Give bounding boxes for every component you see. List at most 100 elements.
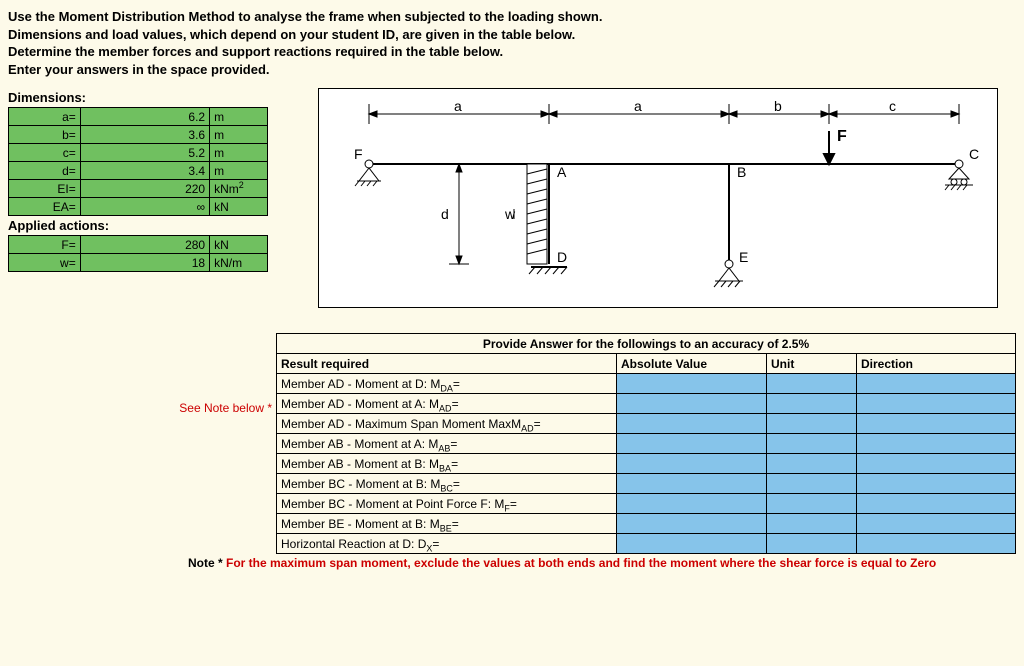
param-label: EI=	[9, 180, 81, 198]
direction-input[interactable]	[857, 414, 1016, 434]
table-row: F=280kN	[9, 236, 268, 254]
unit-input[interactable]	[767, 434, 857, 454]
table-row: EI=220kNm2	[9, 180, 268, 198]
table-row: Member AD - Moment at D: MDA=	[277, 374, 1016, 394]
node-d-label: D	[557, 249, 567, 265]
param-label: c=	[9, 144, 81, 162]
param-unit: m	[210, 108, 268, 126]
param-unit: kNm2	[210, 180, 268, 198]
result-required-cell: Member BC - Moment at Point Force F: MF=	[277, 494, 617, 514]
param-label: w=	[9, 254, 81, 272]
param-value: 3.4	[80, 162, 209, 180]
result-required-cell: Member AD - Moment at D: MDA=	[277, 374, 617, 394]
result-required-cell: Member BC - Moment at B: MBC=	[277, 474, 617, 494]
unit-input[interactable]	[767, 374, 857, 394]
intro-line: Determine the member forces and support …	[8, 43, 1016, 61]
node-b-label: B	[737, 164, 746, 180]
param-unit: m	[210, 126, 268, 144]
unit-input[interactable]	[767, 454, 857, 474]
dim-c-label: c	[889, 98, 896, 114]
absolute-value-input[interactable]	[617, 474, 767, 494]
direction-input[interactable]	[857, 374, 1016, 394]
param-unit: m	[210, 144, 268, 162]
actions-heading: Applied actions:	[8, 218, 288, 233]
absolute-value-input[interactable]	[617, 394, 767, 414]
actions-table: F=280kN w=18kN/m	[8, 235, 268, 272]
footnote: Note * For the maximum span moment, excl…	[188, 556, 1016, 570]
answers-title: Provide Answer for the followings to an …	[277, 334, 1016, 354]
unit-input[interactable]	[767, 534, 857, 554]
result-required-cell: Horizontal Reaction at D: DX=	[277, 534, 617, 554]
answers-table: Provide Answer for the followings to an …	[276, 333, 1016, 554]
param-unit: kN	[210, 198, 268, 216]
see-note-label: See Note below *	[179, 401, 272, 415]
unit-input[interactable]	[767, 474, 857, 494]
param-label: a=	[9, 108, 81, 126]
param-value: 280	[80, 236, 209, 254]
dimensions-table: a=6.2m b=3.6m c=5.2m d=3.4m EI=220kNm2 E…	[8, 107, 268, 216]
table-row: Member AD - Moment at A: MAD=	[277, 394, 1016, 414]
direction-input[interactable]	[857, 514, 1016, 534]
direction-input[interactable]	[857, 434, 1016, 454]
result-required-cell: Member AD - Moment at A: MAD=	[277, 394, 617, 414]
param-value: 18	[80, 254, 209, 272]
param-unit: m	[210, 162, 268, 180]
param-label: F=	[9, 236, 81, 254]
w-label: w	[504, 206, 516, 222]
force-f-label: F	[837, 128, 847, 145]
absolute-value-input[interactable]	[617, 414, 767, 434]
param-label: d=	[9, 162, 81, 180]
result-required-cell: Member AB - Moment at B: MBA=	[277, 454, 617, 474]
node-a-label: A	[557, 164, 567, 180]
table-row: c=5.2m	[9, 144, 268, 162]
absolute-value-input[interactable]	[617, 534, 767, 554]
col-direction: Direction	[857, 354, 1016, 374]
dimensions-heading: Dimensions:	[8, 90, 288, 105]
col-unit: Unit	[767, 354, 857, 374]
result-required-cell: Member BE - Moment at B: MBE=	[277, 514, 617, 534]
dim-b-label: b	[774, 98, 782, 114]
absolute-value-input[interactable]	[617, 454, 767, 474]
direction-input[interactable]	[857, 534, 1016, 554]
absolute-value-input[interactable]	[617, 514, 767, 534]
table-row: b=3.6m	[9, 126, 268, 144]
table-row: Member AD - Maximum Span Moment MaxMAD=	[277, 414, 1016, 434]
dim-a-label: a	[454, 98, 462, 114]
param-value: 220	[80, 180, 209, 198]
param-value: ∞	[80, 198, 209, 216]
intro-line: Use the Moment Distribution Method to an…	[8, 8, 1016, 26]
table-row: EA=∞kN	[9, 198, 268, 216]
absolute-value-input[interactable]	[617, 374, 767, 394]
direction-input[interactable]	[857, 474, 1016, 494]
table-row: Member BC - Moment at Point Force F: MF=	[277, 494, 1016, 514]
param-value: 3.6	[80, 126, 209, 144]
unit-input[interactable]	[767, 494, 857, 514]
result-required-cell: Member AB - Moment at A: MAB=	[277, 434, 617, 454]
direction-input[interactable]	[857, 494, 1016, 514]
dim-d-label: d	[441, 206, 449, 222]
absolute-value-input[interactable]	[617, 494, 767, 514]
problem-statement: Use the Moment Distribution Method to an…	[8, 8, 1016, 78]
param-label: b=	[9, 126, 81, 144]
unit-input[interactable]	[767, 414, 857, 434]
direction-input[interactable]	[857, 454, 1016, 474]
table-row: Member AB - Moment at A: MAB=	[277, 434, 1016, 454]
table-row: a=6.2m	[9, 108, 268, 126]
param-unit: kN/m	[210, 254, 268, 272]
intro-line: Dimensions and load values, which depend…	[8, 26, 1016, 44]
table-row: Member BC - Moment at B: MBC=	[277, 474, 1016, 494]
parameters-panel: Dimensions: a=6.2m b=3.6m c=5.2m d=3.4m …	[8, 88, 288, 272]
frame-diagram: a a b c F C A B	[318, 88, 998, 308]
table-row: d=3.4m	[9, 162, 268, 180]
unit-input[interactable]	[767, 394, 857, 414]
param-value: 6.2	[80, 108, 209, 126]
table-row: Member BE - Moment at B: MBE=	[277, 514, 1016, 534]
table-row: Horizontal Reaction at D: DX=	[277, 534, 1016, 554]
param-label: EA=	[9, 198, 81, 216]
col-abs-value: Absolute Value	[617, 354, 767, 374]
table-row: Member AB - Moment at B: MBA=	[277, 454, 1016, 474]
absolute-value-input[interactable]	[617, 434, 767, 454]
result-required-cell: Member AD - Maximum Span Moment MaxMAD=	[277, 414, 617, 434]
direction-input[interactable]	[857, 394, 1016, 414]
unit-input[interactable]	[767, 514, 857, 534]
